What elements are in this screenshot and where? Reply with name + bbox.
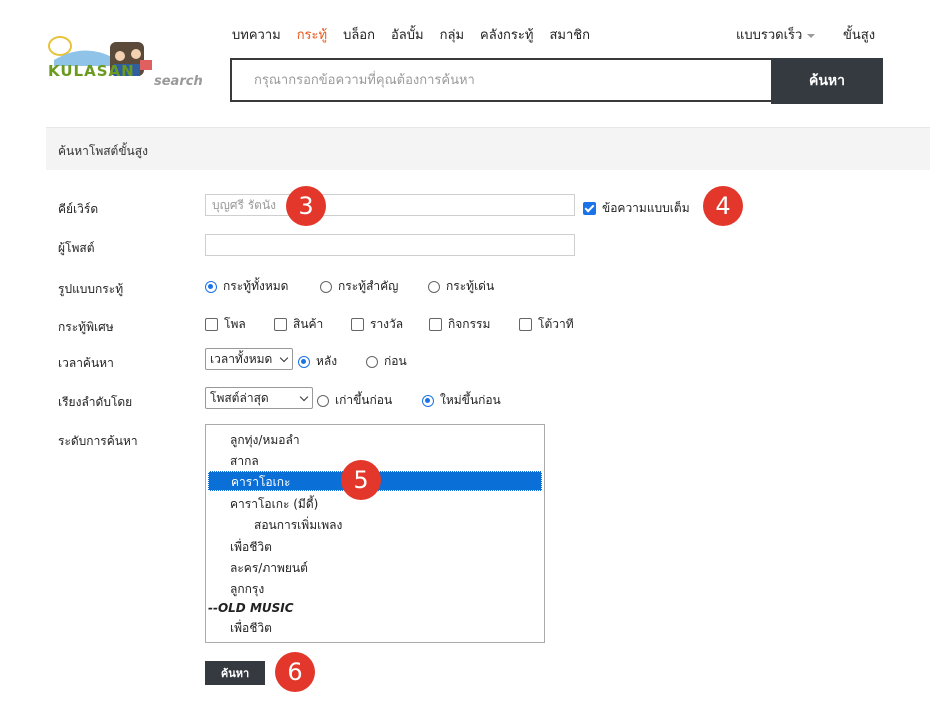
special-poll-label: โพล xyxy=(224,317,246,331)
time-select-value: เวลาทั้งหมด xyxy=(210,352,273,366)
sort-newest[interactable]: ใหม่ขึ้นก่อน xyxy=(422,391,501,410)
special-product-label: สินค้า xyxy=(293,317,324,331)
sort-select[interactable]: โพสต์ล่าสุด xyxy=(205,387,313,409)
list-item[interactable]: ลูกทุ่ง/หมอลำ xyxy=(208,430,542,450)
main-nav: บทความ กระทู้ บล็อก อัลบั้ม กลุ่ม คลังกร… xyxy=(232,24,606,44)
checkbox-product[interactable] xyxy=(274,318,287,331)
special-product[interactable]: สินค้า xyxy=(274,315,323,334)
list-item[interactable]: เพื่อชีวิต xyxy=(208,618,542,638)
radio-thread-sticky[interactable] xyxy=(320,280,332,293)
poster-input[interactable] xyxy=(205,234,575,256)
search-box xyxy=(230,58,771,102)
chevron-down-icon xyxy=(299,392,309,402)
annotation-marker-5: 5 xyxy=(341,460,381,500)
special-activity[interactable]: กิจกรรม xyxy=(429,315,490,334)
thread-type-label: รูปแบบกระทู้ xyxy=(58,282,124,296)
thread-type-sticky-label: กระทู้สำคัญ xyxy=(338,279,399,293)
special-poll[interactable]: โพล xyxy=(205,315,246,334)
submit-search-button[interactable]: ค้นหา xyxy=(205,661,265,685)
special-reward[interactable]: รางวัล xyxy=(351,315,403,334)
sort-oldest-label: เก่าขึ้นก่อน xyxy=(335,393,393,407)
thread-type-all-label: กระทู้ทั้งหมด xyxy=(223,279,289,293)
checkbox-activity[interactable] xyxy=(429,318,442,331)
logo-text: KULASAN xyxy=(48,62,135,80)
radio-thread-featured[interactable] xyxy=(428,280,440,293)
annotation-marker-3: 3 xyxy=(286,186,326,226)
quick-search-dropdown[interactable]: แบบรวดเร็ว xyxy=(736,24,816,45)
thread-type-all[interactable]: กระทู้ทั้งหมด xyxy=(205,277,288,296)
radio-time-after[interactable] xyxy=(298,355,310,368)
fulltext-option[interactable]: ข้อความแบบเต็ม xyxy=(583,199,690,218)
caret-down-icon xyxy=(807,33,816,38)
time-after[interactable]: หลัง xyxy=(298,352,337,371)
search-button[interactable]: ค้นหา xyxy=(771,58,883,104)
special-reward-label: รางวัล xyxy=(370,317,404,331)
nav-item-group[interactable]: กลุ่ม xyxy=(440,24,464,44)
time-after-label: หลัง xyxy=(316,354,338,368)
sort-newest-label: ใหม่ขึ้นก่อน xyxy=(440,393,501,407)
special-debate-label: โต้วาที xyxy=(538,317,574,331)
radio-time-before[interactable] xyxy=(366,355,378,368)
time-before-label: ก่อน xyxy=(384,354,407,368)
checkbox-debate[interactable] xyxy=(519,318,532,331)
time-select[interactable]: เวลาทั้งหมด xyxy=(205,348,293,370)
logo-search-word: search xyxy=(154,74,203,89)
keyword-label: คีย์เวิร์ด xyxy=(58,202,99,216)
list-item[interactable]: ลูกกรุง xyxy=(208,579,542,599)
sort-select-value: โพสต์ล่าสุด xyxy=(210,391,269,405)
section-title: ค้นหาโพสต์ขั้นสูง xyxy=(58,144,148,158)
nav-item-album[interactable]: อัลบั้ม xyxy=(391,24,424,44)
nav-item-thread-archive[interactable]: คลังกระทู้ xyxy=(480,24,533,44)
search-input[interactable] xyxy=(232,60,771,100)
nav-item-blog[interactable]: บล็อก xyxy=(343,24,375,44)
range-label: ระดับการค้นหา xyxy=(58,434,138,448)
quick-search-label: แบบรวดเร็ว xyxy=(736,28,803,43)
list-item[interactable]: คาราโอเกะ (มีดี้) xyxy=(208,494,542,514)
fulltext-checkbox[interactable] xyxy=(583,202,596,215)
chevron-down-icon xyxy=(279,353,289,363)
advanced-search-link[interactable]: ขั้นสูง xyxy=(843,24,875,45)
sort-label: เรียงลำดับโดย xyxy=(58,395,133,409)
annotation-marker-6: 6 xyxy=(275,652,315,692)
thread-type-sticky[interactable]: กระทู้สำคัญ xyxy=(320,277,398,296)
radio-sort-newest[interactable] xyxy=(422,394,434,407)
time-before[interactable]: ก่อน xyxy=(366,352,407,371)
keyword-input[interactable]: บุญศรี รัตนัง xyxy=(205,194,575,216)
thread-type-featured[interactable]: กระทู้เด่น xyxy=(428,277,494,296)
special-label: กระทู้พิเศษ xyxy=(58,320,114,334)
list-item[interactable]: สอนการเพิ่มเพลง xyxy=(208,515,542,535)
nav-item-members[interactable]: สมาชิก xyxy=(549,24,590,44)
thread-type-featured-label: กระทู้เด่น xyxy=(446,279,495,293)
checkbox-poll[interactable] xyxy=(205,318,218,331)
site-logo[interactable]: KULASAN search xyxy=(44,32,204,98)
nav-item-threads[interactable]: กระทู้ xyxy=(297,24,327,44)
forum-listbox[interactable]: ลูกทุ่ง/หมอลำ สากล คาราโอเกะ คาราโอเกะ (… xyxy=(205,424,545,643)
annotation-marker-4: 4 xyxy=(703,186,743,226)
list-item[interactable]: เพื่อชีวิต xyxy=(208,537,542,557)
fulltext-label: ข้อความแบบเต็ม xyxy=(602,201,690,215)
list-item[interactable]: ละคร/ภาพยนต์ xyxy=(208,558,542,578)
time-label: เวลาค้นหา xyxy=(58,356,114,370)
section-header: ค้นหาโพสต์ขั้นสูง xyxy=(46,127,930,170)
radio-sort-oldest[interactable] xyxy=(317,394,329,407)
checkbox-reward[interactable] xyxy=(351,318,364,331)
nav-item-articles[interactable]: บทความ xyxy=(232,24,281,44)
special-debate[interactable]: โต้วาที xyxy=(519,315,574,334)
sort-oldest[interactable]: เก่าขึ้นก่อน xyxy=(317,391,392,410)
poster-label: ผู้โพสต์ xyxy=(58,241,95,255)
list-group-header: --OLD MUSIC xyxy=(208,601,294,615)
special-activity-label: กิจกรรม xyxy=(448,317,491,331)
radio-thread-all[interactable] xyxy=(205,280,217,293)
